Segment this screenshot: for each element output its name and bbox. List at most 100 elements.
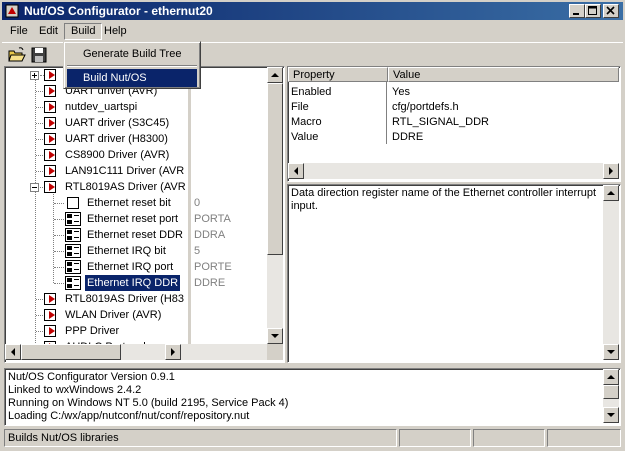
tree-item[interactable]: Ethernet IRQ port PORTE <box>5 259 267 275</box>
description-scroll-up-button[interactable] <box>603 185 619 201</box>
tree-scroll-left-button[interactable] <box>5 344 21 360</box>
arrow-down-icon <box>607 350 615 354</box>
close-icon <box>606 6 615 15</box>
app-icon <box>5 4 19 18</box>
menu-item-build-nutos[interactable]: Build Nut/OS <box>67 69 197 87</box>
log-line: Linked to wxWindows 2.4.2 <box>8 384 142 396</box>
property-value: cfg/portdefs.h <box>392 101 459 113</box>
arrow-down-icon <box>607 413 615 417</box>
module-icon <box>44 181 56 193</box>
property-value: Yes <box>392 86 410 98</box>
module-icon <box>44 69 56 81</box>
tree-item-label: Ethernet IRQ DDR <box>83 274 182 292</box>
tree-item-label: UART driver (S3C45) <box>65 117 170 129</box>
tree-item-label: CS8900 Driver (AVR) <box>65 149 170 161</box>
property-name: File <box>291 101 309 113</box>
tree-item-label: Ethernet reset DDR <box>87 229 183 241</box>
table-row[interactable]: Macro RTL_SIGNAL_DDR <box>288 115 619 130</box>
tree-column-divider[interactable] <box>188 67 191 344</box>
tree-expander[interactable] <box>30 183 39 192</box>
open-button[interactable] <box>8 46 26 64</box>
arrow-right-icon <box>171 348 175 356</box>
close-button[interactable] <box>603 4 619 18</box>
property-scroll-right-button[interactable] <box>603 163 619 179</box>
menu-item-generate-build-tree[interactable]: Generate Build Tree <box>67 45 197 63</box>
tree-item-label: UART driver (H8300) <box>65 133 168 145</box>
log-line: Running on Windows NT 5.0 (build 2195, S… <box>8 397 289 409</box>
tree-scroll-up-button[interactable] <box>267 67 283 83</box>
property-scroll-left-button[interactable] <box>288 163 304 179</box>
arrow-left-icon <box>11 348 15 356</box>
title-bar[interactable]: Nut/OS Configurator - ethernut20 <box>2 2 623 20</box>
tree-item[interactable]: WLAN Driver (AVR) <box>5 307 267 323</box>
tree-vertical-scrollbar[interactable] <box>267 67 283 344</box>
save-button[interactable] <box>30 46 48 64</box>
tree-item-label: Ethernet IRQ port <box>87 261 174 273</box>
tree-item[interactable]: UART driver (H8300) <box>5 131 267 147</box>
property-name: Macro <box>291 116 322 128</box>
description-text: Data direction register name of the Ethe… <box>291 187 597 212</box>
option-checkbox[interactable] <box>67 197 79 209</box>
menu-file[interactable]: File <box>4 23 34 40</box>
tree-item[interactable]: nutdev_uartspi <box>5 99 267 115</box>
tree-item-label: PPP Driver <box>65 325 120 337</box>
description-vertical-scrollbar[interactable] <box>603 185 619 360</box>
table-row[interactable]: File cfg/portdefs.h <box>288 100 619 115</box>
tree-item[interactable]: CS8900 Driver (AVR) <box>5 147 267 163</box>
tree-item[interactable]: Ethernet reset port PORTA <box>5 211 267 227</box>
menu-edit[interactable]: Edit <box>33 23 64 40</box>
table-row[interactable]: Enabled Yes <box>288 85 619 100</box>
tree-scroll-right-button[interactable] <box>165 344 181 360</box>
tree-scroll-thumb[interactable] <box>267 83 283 255</box>
tree-item[interactable]: Ethernet IRQ DDR DDRE <box>5 274 267 292</box>
tree-item-value: 0 <box>194 197 201 209</box>
property-horizontal-scrollbar[interactable] <box>288 163 619 179</box>
status-pane-2 <box>399 429 471 447</box>
tree-item[interactable]: Ethernet reset bit 0 <box>5 195 267 211</box>
tree-item-value: PORTE <box>194 261 232 273</box>
maximize-icon <box>588 6 597 15</box>
tree-hscroll-thumb[interactable] <box>21 344 121 360</box>
menu-bar: File Edit Build Help <box>2 22 623 41</box>
column-header-property[interactable]: Property <box>288 67 388 82</box>
tree-item-value: PORTA <box>194 213 231 225</box>
tree-scroll-down-button[interactable] <box>267 328 283 344</box>
log-scroll-down-button[interactable] <box>603 407 619 423</box>
module-icon <box>44 117 56 129</box>
table-row[interactable]: Value DDRE <box>288 130 619 145</box>
column-header-value[interactable]: Value <box>388 67 619 82</box>
tree-item[interactable]: Ethernet IRQ bit 5 <box>5 243 267 259</box>
log-vertical-scrollbar[interactable] <box>603 369 619 423</box>
minimize-button[interactable] <box>569 4 585 18</box>
log-scroll-up-button[interactable] <box>603 369 619 385</box>
window-title: Nut/OS Configurator - ethernut20 <box>24 4 213 18</box>
option-icon <box>65 260 81 274</box>
tree-item[interactable]: Ethernet reset DDR DDRA <box>5 227 267 243</box>
tree-item-label: Ethernet reset port <box>87 213 179 225</box>
tree-item[interactable]: PPP Driver <box>5 323 267 339</box>
configurator-window: Nut/OS Configurator - ethernut20 File Ed… <box>0 0 625 451</box>
tree-item-value: DDRE <box>194 277 226 289</box>
log-scroll-thumb[interactable] <box>603 385 619 399</box>
save-disk-icon <box>31 47 47 63</box>
menu-build[interactable]: Build <box>64 23 103 40</box>
minimize-icon <box>573 13 579 15</box>
tree-item[interactable]: RTL8019AS Driver (AVR <box>5 179 267 195</box>
tree-item[interactable]: UART driver (S3C45) <box>5 115 267 131</box>
maximize-button[interactable] <box>585 4 601 18</box>
property-value: RTL_SIGNAL_DDR <box>392 116 489 128</box>
tree-item[interactable]: RTL8019AS Driver (H83 <box>5 291 267 307</box>
option-icon <box>65 276 81 290</box>
menu-help[interactable]: Help <box>98 23 133 40</box>
menu-separator <box>67 65 197 67</box>
property-name: Enabled <box>291 86 332 98</box>
tree-horizontal-scrollbar[interactable] <box>5 344 267 360</box>
property-name: Value <box>291 131 319 143</box>
description-scroll-down-button[interactable] <box>603 344 619 360</box>
tree-item-label: Ethernet IRQ bit <box>87 245 166 257</box>
arrow-up-icon <box>607 375 615 379</box>
arrow-up-icon <box>271 73 279 77</box>
build-menu-dropdown: Generate Build Tree Build Nut/OS <box>63 41 201 89</box>
module-icon <box>44 325 56 337</box>
tree-item[interactable]: LAN91C111 Driver (AVR <box>5 163 267 179</box>
